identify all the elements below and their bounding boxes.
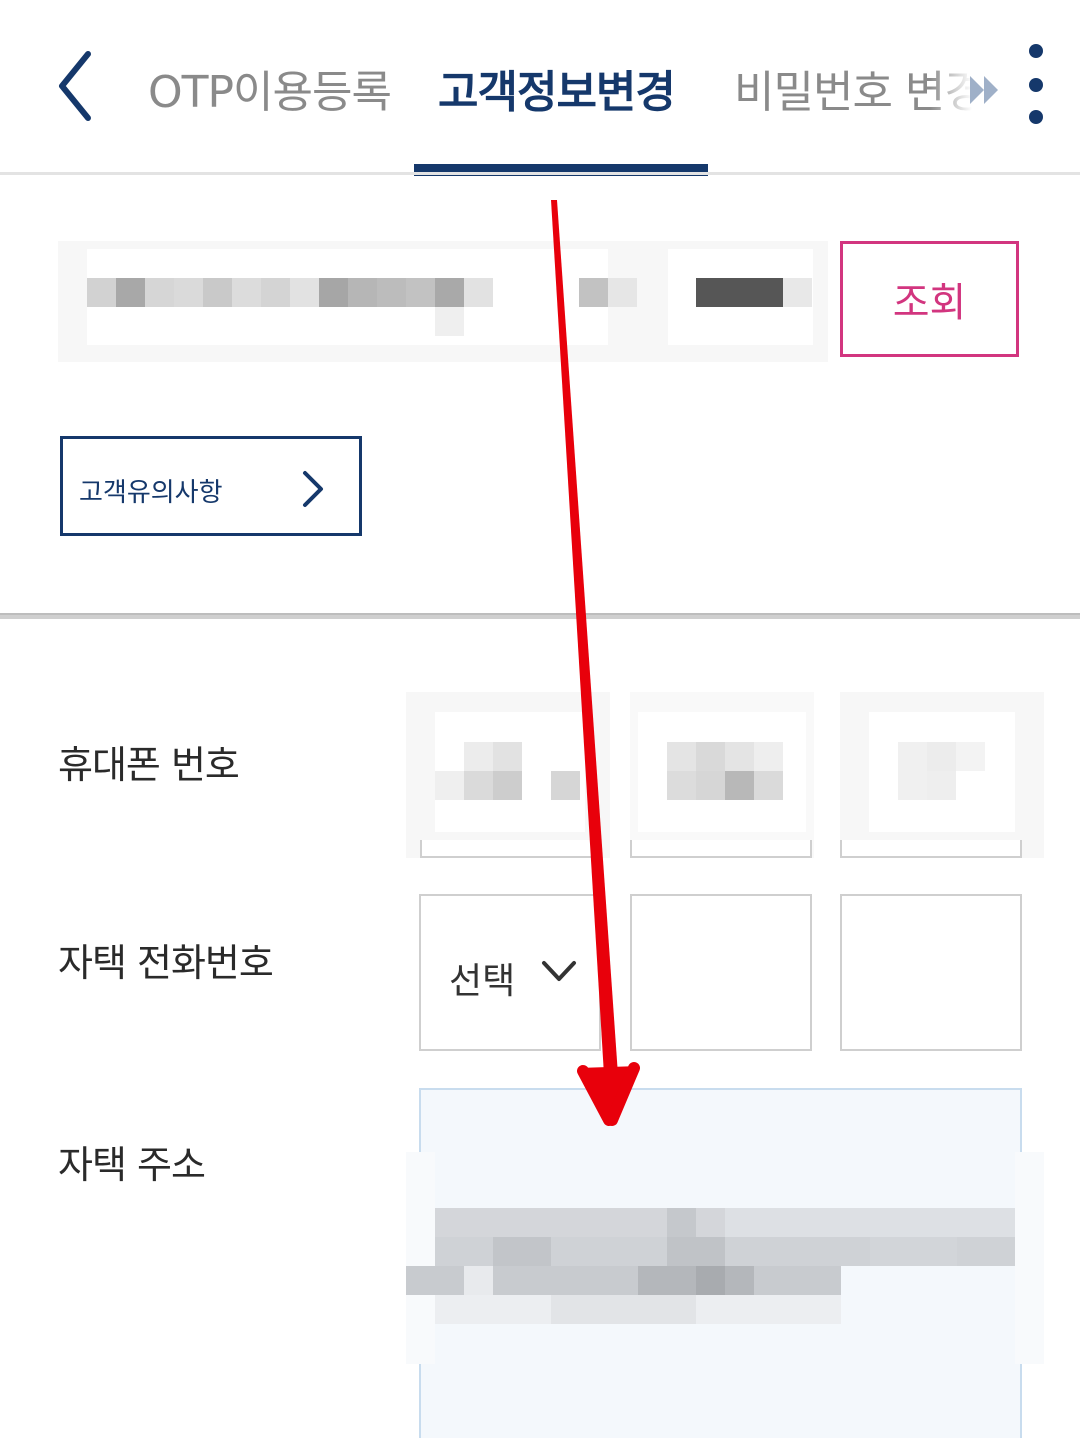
vertical-dots-icon <box>1029 44 1043 58</box>
top-tab-bar: OTP이용등록 고객정보변경 비밀번호 변경 <box>0 0 1080 176</box>
home-phone-label: 자택 전화번호 <box>58 941 274 985</box>
home-phone-select-label: 선택 <box>449 961 516 1002</box>
account-select-field[interactable] <box>58 241 828 362</box>
mobile-phone-last-field[interactable] <box>840 692 1044 858</box>
home-address-value <box>406 1152 1044 1364</box>
mobile-phone-middle-field[interactable] <box>630 692 814 858</box>
customer-notice-button[interactable]: 고객유의사항 <box>60 436 362 536</box>
customer-info-change-screen: OTP이용등록 고객정보변경 비밀번호 변경 조회 고객유의사항 휴대폰 번호 … <box>0 0 1080 1438</box>
customer-notice-label: 고객유의사항 <box>79 478 223 508</box>
home-address-label: 자택 주소 <box>58 1143 206 1187</box>
chevron-down-icon <box>542 961 576 981</box>
home-phone-area-select[interactable]: 선택 <box>419 894 601 1051</box>
tab-customer-info-change[interactable]: 고객정보변경 <box>438 56 676 120</box>
header-divider <box>0 172 1080 175</box>
more-menu-button[interactable] <box>1016 44 1056 126</box>
chevron-left-icon <box>59 51 91 121</box>
mobile-phone-label: 휴대폰 번호 <box>58 743 240 787</box>
chevron-right-icon <box>303 471 323 507</box>
home-phone-last-input[interactable] <box>840 894 1022 1051</box>
back-button[interactable] <box>48 46 108 126</box>
section-divider <box>0 613 1080 619</box>
home-phone-middle-input[interactable] <box>630 894 812 1051</box>
lookup-button[interactable]: 조회 <box>840 241 1019 357</box>
tab-otp-registration[interactable]: OTP이용등록 <box>148 56 392 120</box>
mobile-phone-prefix-field[interactable] <box>406 692 610 858</box>
double-chevron-right-icon[interactable] <box>966 70 1006 110</box>
